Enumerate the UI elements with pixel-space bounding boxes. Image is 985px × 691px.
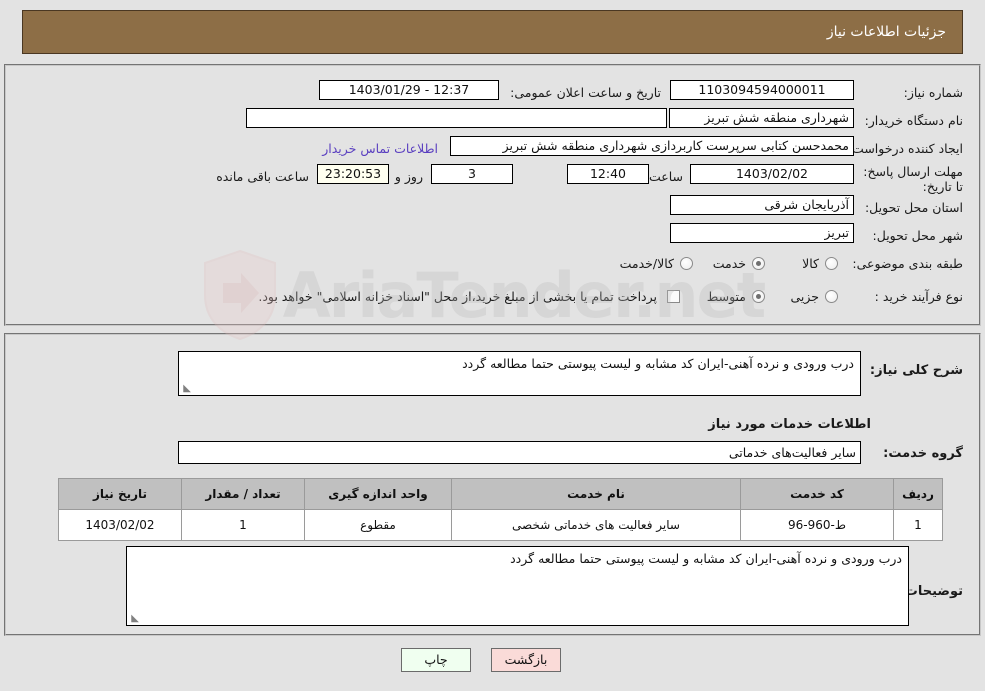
process-label: نوع فرآیند خرید : bbox=[874, 289, 963, 304]
table-row: 1 ط-960-96 سایر فعالیت های خدماتی شخصی م… bbox=[58, 509, 943, 541]
back-button[interactable]: بازگشت bbox=[491, 648, 561, 672]
page-header: جزئیات اطلاعات نیاز bbox=[22, 10, 963, 54]
city-label: شهر محل تحویل: bbox=[872, 228, 963, 243]
deadline-date-field[interactable]: 1403/02/02 bbox=[690, 164, 854, 184]
deadline-label: مهلت ارسال پاسخ: تا تاریخ: bbox=[863, 164, 963, 194]
td-qty: 1 bbox=[181, 509, 305, 541]
page-root: جزئیات اطلاعات نیاز AriaTender.net شماره… bbox=[0, 0, 985, 691]
need-number-label: شماره نیاز: bbox=[903, 85, 963, 100]
requester-field[interactable]: محمدحسن کتابی سرپرست کاربردازی شهرداری م… bbox=[450, 136, 854, 156]
th-name: نام خدمت bbox=[451, 478, 741, 510]
radio-process-jozei[interactable] bbox=[825, 290, 838, 303]
td-code: ط-960-96 bbox=[740, 509, 894, 541]
general-desc-textarea[interactable]: درب ورودی و نرده آهنی-ایران کد مشابه و ل… bbox=[178, 351, 861, 396]
buyer-notes-value: درب ورودی و نرده آهنی-ایران کد مشابه و ل… bbox=[510, 551, 902, 566]
buyer-org-label: نام دستگاه خریدار: bbox=[864, 113, 963, 128]
category-label: طبقه بندی موضوعی: bbox=[852, 256, 963, 271]
remaining-label: ساعت باقی مانده bbox=[216, 169, 309, 184]
need-info-panel: شماره نیاز: 1103094594000011 تاریخ و ساع… bbox=[4, 64, 981, 326]
days-label: روز و bbox=[394, 169, 423, 184]
table-header-row: ردیف کد خدمت نام خدمت واحد اندازه گیری ت… bbox=[58, 478, 943, 510]
general-desc-value: درب ورودی و نرده آهنی-ایران کد مشابه و ل… bbox=[462, 356, 854, 371]
countdown-timer: 23:20:53 bbox=[317, 164, 389, 184]
radio-category-khedmat[interactable] bbox=[752, 257, 765, 270]
radio-category-khedmat-label: خدمت bbox=[712, 256, 746, 271]
th-qty: تعداد / مقدار bbox=[181, 478, 305, 510]
province-field[interactable]: آذربایجان شرقی bbox=[670, 195, 854, 215]
td-radif: 1 bbox=[893, 509, 943, 541]
requester-label: ایجاد کننده درخواست: bbox=[847, 141, 963, 156]
radio-category-kala-khedmat-label: کالا/خدمت bbox=[619, 256, 674, 271]
th-code: کد خدمت bbox=[740, 478, 894, 510]
announce-datetime-field[interactable]: 12:37 - 1403/01/29 bbox=[319, 80, 499, 100]
announce-datetime-label: تاریخ و ساعت اعلان عمومی: bbox=[510, 85, 661, 100]
th-date: تاریخ نیاز bbox=[58, 478, 182, 510]
td-name: سایر فعالیت های خدماتی شخصی bbox=[451, 509, 741, 541]
radio-category-kala-khedmat[interactable] bbox=[680, 257, 693, 270]
td-date: 1403/02/02 bbox=[58, 509, 182, 541]
need-detail-panel: شرح کلی نیاز: درب ورودی و نرده آهنی-ایرا… bbox=[4, 333, 981, 636]
page-title: جزئیات اطلاعات نیاز bbox=[826, 24, 946, 40]
buyer-contact-link[interactable]: اطلاعات تماس خریدار bbox=[322, 141, 438, 156]
service-group-label: گروه خدمت: bbox=[883, 446, 963, 461]
need-number-field[interactable]: 1103094594000011 bbox=[670, 80, 854, 100]
treasury-checkbox-label: پرداخت تمام یا بخشی از مبلغ خرید،از محل … bbox=[258, 289, 657, 304]
service-group-field[interactable]: سایر فعالیت‌های خدماتی bbox=[178, 441, 861, 464]
td-unit: مقطوع bbox=[304, 509, 452, 541]
radio-process-motevaset[interactable] bbox=[752, 290, 765, 303]
general-desc-label: شرح کلی نیاز: bbox=[869, 363, 963, 378]
deadline-time-field[interactable]: 12:40 bbox=[567, 164, 649, 184]
buyer-notes-textarea[interactable]: درب ورودی و نرده آهنی-ایران کد مشابه و ل… bbox=[126, 546, 909, 626]
radio-category-kala[interactable] bbox=[825, 257, 838, 270]
resize-grip-icon-2[interactable]: ◣ bbox=[129, 614, 139, 624]
radio-process-jozei-label: جزیی bbox=[790, 289, 819, 304]
radio-category-kala-label: کالا bbox=[802, 256, 819, 271]
buyer-org-field-overflow[interactable] bbox=[246, 108, 667, 128]
th-unit: واحد اندازه گیری bbox=[304, 478, 452, 510]
days-remaining-field[interactable]: 3 bbox=[431, 164, 513, 184]
services-table: ردیف کد خدمت نام خدمت واحد اندازه گیری ت… bbox=[58, 478, 943, 541]
hour-label: ساعت bbox=[648, 169, 683, 184]
treasury-checkbox[interactable] bbox=[667, 290, 680, 303]
radio-process-motevaset-label: متوسط bbox=[706, 289, 746, 304]
services-info-title: اطلاعات خدمات مورد نیاز bbox=[708, 417, 871, 432]
buyer-org-field[interactable]: شهرداری منطقه شش تبریز bbox=[669, 108, 854, 128]
city-field[interactable]: تبریز bbox=[670, 223, 854, 243]
province-label: استان محل تحویل: bbox=[864, 200, 963, 215]
resize-grip-icon[interactable]: ◣ bbox=[181, 384, 191, 394]
th-radif: ردیف bbox=[893, 478, 943, 510]
print-button[interactable]: چاپ bbox=[401, 648, 471, 672]
